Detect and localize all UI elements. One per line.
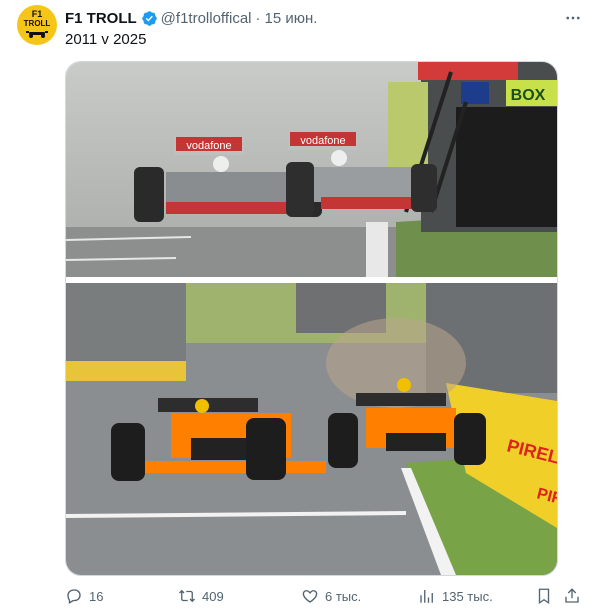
tweet-media[interactable]: BOX vodafone vodafone PIRELLI PIRELLI xyxy=(65,61,558,576)
author-handle[interactable]: @f1trolloffical xyxy=(161,10,252,27)
photo-2025-mclarens[interactable]: PIRELLI PIRELLI xyxy=(66,283,557,575)
reply-icon xyxy=(67,589,81,604)
retweet-count: 409 xyxy=(202,588,224,604)
avatar[interactable]: F1 TROLL xyxy=(17,5,57,45)
reply-button[interactable]: 16 xyxy=(65,585,103,607)
box-sign: BOX xyxy=(511,87,546,104)
retweet-button[interactable]: 409 xyxy=(178,585,224,607)
reply-count: 16 xyxy=(89,588,104,604)
logo-text-troll: TROLL xyxy=(23,19,51,28)
bookmark-button[interactable] xyxy=(535,585,553,607)
retweet-icon xyxy=(179,589,195,603)
share-button[interactable] xyxy=(563,585,581,607)
like-count: 6 тыс. xyxy=(325,588,362,604)
car-icon xyxy=(26,31,48,38)
like-button[interactable]: 6 тыс. xyxy=(301,585,361,607)
more-icon[interactable] xyxy=(562,9,584,27)
views-icon xyxy=(420,590,433,603)
separator-dot: · xyxy=(255,9,261,27)
share-icon xyxy=(565,588,579,603)
logo-text-f1: F1 xyxy=(31,9,43,19)
like-icon xyxy=(302,590,318,603)
tweet-header: F1 TROLL @f1trolloffical · 15 июн. xyxy=(65,9,317,27)
tweet-date[interactable]: 15 июн. xyxy=(265,10,318,27)
photo-2011-mclarens[interactable]: BOX vodafone vodafone xyxy=(66,62,557,277)
vodafone-sign-left: vodafone xyxy=(186,140,231,152)
action-bar: 16 409 6 тыс. 135 тыс. xyxy=(65,585,585,607)
tweet-text: 2011 v 2025 xyxy=(65,31,147,48)
views-button[interactable]: 135 тыс. xyxy=(418,585,493,607)
verified-badge-icon xyxy=(141,10,157,26)
views-count: 135 тыс. xyxy=(442,588,493,604)
bookmark-icon xyxy=(538,588,550,605)
author-name[interactable]: F1 TROLL xyxy=(65,10,137,27)
vodafone-sign-right: vodafone xyxy=(300,135,345,147)
